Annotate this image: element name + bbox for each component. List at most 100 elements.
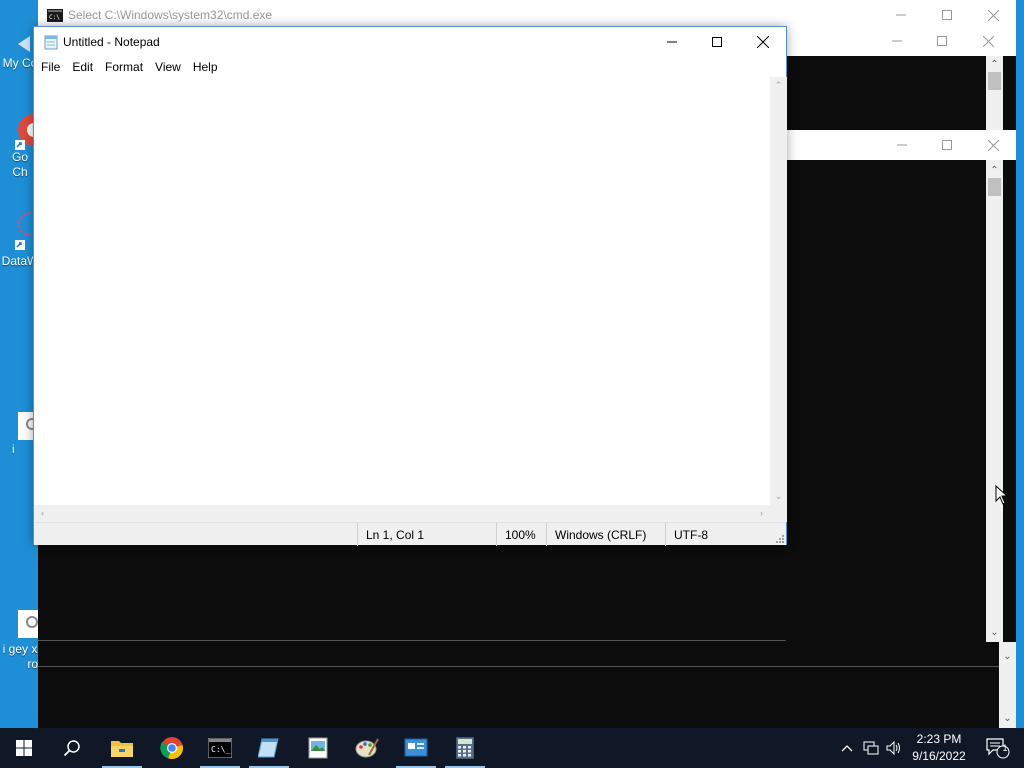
taskbar-control-panel[interactable] [392,728,440,768]
taskbar-cmd[interactable]: C:\_ [196,728,244,768]
taskbar-chrome[interactable] [148,728,196,768]
show-hidden-icons-button[interactable] [837,728,857,768]
scrollbar-thumb[interactable] [988,72,1001,90]
control-panel-icon [404,738,428,757]
notepad-title-bar[interactable]: Untitled - Notepad [34,27,786,57]
status-line-ending: Windows (CRLF) [546,523,665,546]
minimize-button[interactable] [649,27,695,57]
clock-date: 9/16/2022 [912,749,966,763]
scroll-up-icon[interactable]: ⌃ [986,164,1003,178]
taskbar-image-viewer[interactable] [294,728,342,768]
taskbar-file-explorer[interactable] [98,728,146,768]
volume-button[interactable] [884,728,904,768]
action-center-button[interactable]: 1 [978,728,1018,768]
text-editor-area[interactable] [34,77,770,505]
minimize-icon [667,41,677,43]
minimize-button[interactable] [874,26,920,56]
maximize-button[interactable] [694,27,740,57]
start-button[interactable] [0,728,48,768]
speaker-icon [886,741,900,755]
calculator-icon [456,737,474,759]
taskbar-calculator[interactable] [441,728,489,768]
scroll-left-icon[interactable]: ‹ [34,505,51,522]
cmd-window-third[interactable]: ⌃ ⌄ [786,130,1016,642]
desktop-icon-label: i gey x [2,642,38,656]
cmd-icon: C:\_ [208,738,232,758]
notepad-icon [258,738,279,758]
taskbar-notepad[interactable] [245,728,293,768]
cmd-scrollbar-bottom[interactable]: ⌄ ⌄ [999,642,1016,728]
scrollbar-corner [770,505,787,522]
svg-text:C:\: C:\ [49,14,60,21]
horizontal-scrollbar[interactable]: ‹ › [34,505,770,522]
windows-logo-icon [16,740,32,756]
desktop-icon-label-line2: ro [27,657,38,671]
scrollbar-thumb[interactable] [988,178,1001,196]
close-icon [987,139,999,151]
picture-icon [308,737,328,759]
status-bar: Ln 1, Col 1 100% Windows (CRLF) UTF-8 [34,522,786,546]
scroll-right-icon[interactable]: › [753,505,770,522]
notification-count-badge: 1 [1002,743,1008,753]
cmd-window-second[interactable]: ⌃ [786,26,1016,130]
window-title: Untitled - Notepad [63,35,160,49]
minimize-icon [892,40,902,42]
scroll-up-icon[interactable]: ⌃ [770,77,787,94]
scroll-down-icon[interactable]: ⌄ [999,712,1016,726]
chevron-up-icon [841,745,853,752]
clock-time: 2:23 PM [916,732,962,746]
folder-icon [111,741,133,757]
close-button[interactable] [965,26,1011,56]
cmd-title-bar[interactable] [786,26,1016,56]
maximize-icon [942,140,952,150]
close-button[interactable] [970,130,1016,160]
notepad-icon [44,35,58,50]
maximize-icon [942,10,952,20]
taskbar-paint[interactable] [343,728,391,768]
taskbar: C:\_ 2:23 PM 9/16/2022 1 [0,728,1024,768]
maximize-button[interactable] [919,26,965,56]
status-cursor-position: Ln 1, Col 1 [357,523,496,546]
menu-help[interactable]: Help [188,57,225,77]
cmd-title-bar[interactable] [786,130,1016,160]
taskbar-clock[interactable]: 2:23 PM 9/16/2022 [904,731,974,765]
resize-grip-icon[interactable] [774,533,784,543]
vertical-scrollbar[interactable]: ⌃ ⌄ [770,77,787,505]
menu-file[interactable]: File [36,57,67,77]
search-button[interactable] [48,728,96,768]
network-icon [863,741,879,755]
minimize-button[interactable] [879,130,925,160]
desktop-icon-file-i-gey[interactable]: i gey x ro [0,608,40,684]
cmd-icon: C:\ [47,9,63,22]
menu-format[interactable]: Format [100,57,150,77]
scroll-down-icon[interactable]: ⌄ [986,626,1003,640]
cmd-window-title: Select C:\Windows\system32\cmd.exe [68,8,273,22]
menu-view[interactable]: View [150,57,188,77]
scroll-up-icon[interactable]: ⌃ [986,58,1003,72]
close-icon [987,9,999,21]
paint-palette-icon [355,738,379,758]
menu-bar: File Edit Format View Help [34,57,786,77]
chrome-icon [160,737,183,760]
search-icon [63,740,80,757]
cmd-scrollbar[interactable]: ⌃ [986,56,1003,130]
maximize-icon [937,36,947,46]
scroll-down-icon[interactable]: ⌄ [770,488,787,505]
cmd-divider [38,666,999,667]
close-icon [982,35,994,47]
menu-edit[interactable]: Edit [67,57,100,77]
maximize-icon [712,37,722,47]
scroll-down-icon[interactable]: ⌄ [999,650,1016,664]
status-encoding: UTF-8 [665,523,770,546]
notepad-window[interactable]: Untitled - Notepad File Edit Format View… [33,26,787,546]
minimize-icon [897,144,907,146]
network-button[interactable] [860,728,882,768]
close-icon [757,36,769,48]
svg-text:C:\_: C:\_ [211,745,230,754]
maximize-button[interactable] [924,130,970,160]
settings-file-icon [18,610,40,638]
close-button[interactable] [740,27,786,57]
cmd-scrollbar[interactable]: ⌃ ⌄ [986,160,1003,642]
mouse-cursor-icon [995,485,1008,505]
minimize-icon [896,14,906,16]
